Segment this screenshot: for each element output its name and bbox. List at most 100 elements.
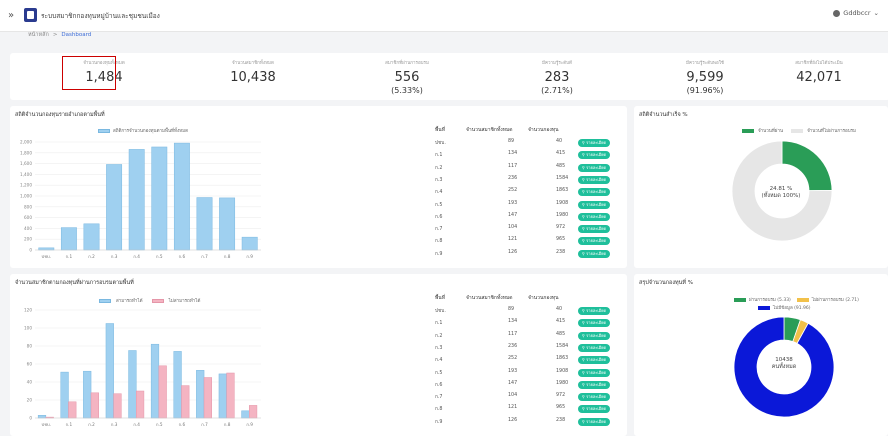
details-button[interactable]: ⚲ รายละเอียด xyxy=(578,163,610,172)
details-button[interactable]: ⚲ รายละเอียด xyxy=(578,405,610,414)
y-tick-label: 1,600 xyxy=(20,161,32,166)
bar[interactable] xyxy=(241,236,258,251)
table-row: ก.1 134 415 ⚲ รายละเอียด xyxy=(426,149,636,160)
stat-good: มีความรู้ระดับดี 283 (2.71%) xyxy=(492,53,622,95)
table-cell: ก.4 xyxy=(435,190,443,196)
table-cell: ก.7 xyxy=(435,227,443,233)
table-row: ก.9 126 238 ⚲ รายละเอียด xyxy=(426,416,636,426)
table-row: ก.9 126 238 ⚲ รายละเอียด xyxy=(426,248,636,258)
breadcrumb-current[interactable]: Dashboard xyxy=(61,32,91,38)
table-row: ก.6 147 1980 ⚲ รายละเอียด xyxy=(426,211,636,221)
bar[interactable] xyxy=(173,142,190,251)
table-cell: 126 xyxy=(508,249,518,255)
table-row: ก.3 236 1584 ⚲ รายละเอียด xyxy=(426,342,636,352)
bar[interactable] xyxy=(90,392,99,419)
bar[interactable] xyxy=(218,373,227,419)
bar[interactable] xyxy=(248,405,258,419)
table-cell: 134 xyxy=(508,151,518,157)
stat-value: 556 xyxy=(394,70,420,85)
bar[interactable] xyxy=(128,149,145,251)
table-cell: ก.6 xyxy=(435,214,443,220)
bar[interactable] xyxy=(37,415,47,419)
bar[interactable] xyxy=(150,343,160,419)
details-button[interactable]: ⚲ รายละเอียด xyxy=(578,212,610,221)
bar[interactable] xyxy=(68,401,77,419)
bar[interactable] xyxy=(106,164,123,251)
table-cell: 1980 xyxy=(556,380,569,386)
table-cell: 89 xyxy=(508,307,515,312)
details-button[interactable]: ⚲ รายละเอียด xyxy=(578,356,610,365)
table-cell: ก.3 xyxy=(435,345,443,351)
bar[interactable] xyxy=(38,247,55,251)
details-button[interactable]: ⚲ รายละเอียด xyxy=(578,151,610,160)
bar[interactable] xyxy=(151,146,168,251)
details-button[interactable]: ⚲ รายละเอียด xyxy=(578,175,610,184)
details-button[interactable]: ⚲ รายละเอียด xyxy=(578,417,610,426)
table-row: ก.4 252 1863 ⚲ รายละเอียด xyxy=(426,186,636,197)
x-tick-label: ก.6 xyxy=(179,422,186,427)
y-tick-label: 400 xyxy=(24,226,32,231)
details-button[interactable]: ⚲ รายละเอียด xyxy=(578,307,610,315)
bar[interactable] xyxy=(196,370,205,419)
area-table: พื้นที่ จำนวนสมาชิกทั้งหมด จำนวนกองทุน ปชบ.… xyxy=(426,294,626,434)
bar[interactable] xyxy=(135,390,145,419)
x-tick-label: ก.8 xyxy=(224,254,231,259)
bar[interactable] xyxy=(203,377,212,419)
bar[interactable] xyxy=(83,223,100,251)
table-cell: 1584 xyxy=(556,175,569,181)
details-button[interactable]: ⚲ รายละเอียด xyxy=(578,368,610,377)
details-button[interactable]: ⚲ รายละเอียด xyxy=(578,393,610,402)
legend-label: สถิติการจำนวนกองทุนตามพื้นที่ทั้งหมด xyxy=(113,129,189,134)
bar[interactable] xyxy=(196,197,213,251)
bar[interactable] xyxy=(128,350,137,419)
table-header-cell: จำนวนกองทุน xyxy=(528,127,559,133)
x-tick-label: ก.6 xyxy=(179,254,186,259)
user-menu[interactable]: Gddbccr ⌄ xyxy=(833,9,879,17)
table-header: พื้นที่ จำนวนสมาชิกทั้งหมด จำนวนกองทุน xyxy=(426,294,636,304)
details-button[interactable]: ⚲ รายละเอียด xyxy=(578,188,610,197)
bar[interactable] xyxy=(83,370,92,419)
details-button[interactable]: ⚲ รายละเอียด xyxy=(578,343,610,352)
y-tick-label: 800 xyxy=(24,204,32,209)
stat-percent: (91.96%) xyxy=(686,86,724,95)
table-cell: ก.8 xyxy=(435,407,443,413)
y-tick-label: 80 xyxy=(27,344,33,349)
table-cell: ก.3 xyxy=(435,177,443,183)
bar[interactable] xyxy=(181,385,190,419)
table-cell: 193 xyxy=(508,368,518,374)
bar[interactable] xyxy=(219,197,236,251)
details-button[interactable]: ⚲ รายละเอียด xyxy=(578,319,610,328)
details-button[interactable]: ⚲ รายละเอียด xyxy=(578,249,610,258)
y-tick-label: 20 xyxy=(27,398,33,403)
details-button[interactable]: ⚲ รายละเอียด xyxy=(578,237,610,246)
table-cell: 415 xyxy=(556,151,566,157)
bar[interactable] xyxy=(226,372,235,419)
bar[interactable] xyxy=(158,365,167,419)
bar[interactable] xyxy=(105,323,114,419)
table-row: ก.6 147 1980 ⚲ รายละเอียด xyxy=(426,379,636,389)
donut-slice[interactable] xyxy=(781,140,833,192)
bar[interactable] xyxy=(60,227,77,251)
user-name: Gddbccr xyxy=(843,9,871,17)
details-button[interactable]: ⚲ รายละเอียด xyxy=(578,380,610,389)
breadcrumb-home[interactable]: หน้าหลัก xyxy=(28,32,49,38)
bar[interactable] xyxy=(241,410,250,419)
details-button[interactable]: ⚲ รายละเอียด xyxy=(578,139,610,147)
bar[interactable] xyxy=(173,351,182,419)
chart-legend: สถิติการจำนวนกองทุนตามพื้นที่ทั้งหมด xyxy=(98,127,188,134)
table-header-cell: จำนวนกองทุน xyxy=(528,295,559,301)
table-cell: 117 xyxy=(508,163,518,169)
x-tick-label: ก.4 xyxy=(133,254,140,259)
y-tick-label: 2,000 xyxy=(20,140,32,145)
highlight-box xyxy=(62,56,116,90)
table-row: ปชบ. 89 40 ⚲ รายละเอียด xyxy=(426,305,636,315)
details-button[interactable]: ⚲ รายละเอียด xyxy=(578,200,610,209)
details-button[interactable]: ⚲ รายละเอียด xyxy=(578,225,610,234)
stat-percent: (5.33%) xyxy=(391,86,423,95)
menu-toggle-icon[interactable]: » xyxy=(8,10,14,21)
bar[interactable] xyxy=(60,371,69,419)
bar[interactable] xyxy=(113,393,122,419)
table-cell: ก.5 xyxy=(435,202,443,208)
table-header-cell: จำนวนสมาชิกทั้งหมด xyxy=(466,295,513,301)
details-button[interactable]: ⚲ รายละเอียด xyxy=(578,331,610,340)
